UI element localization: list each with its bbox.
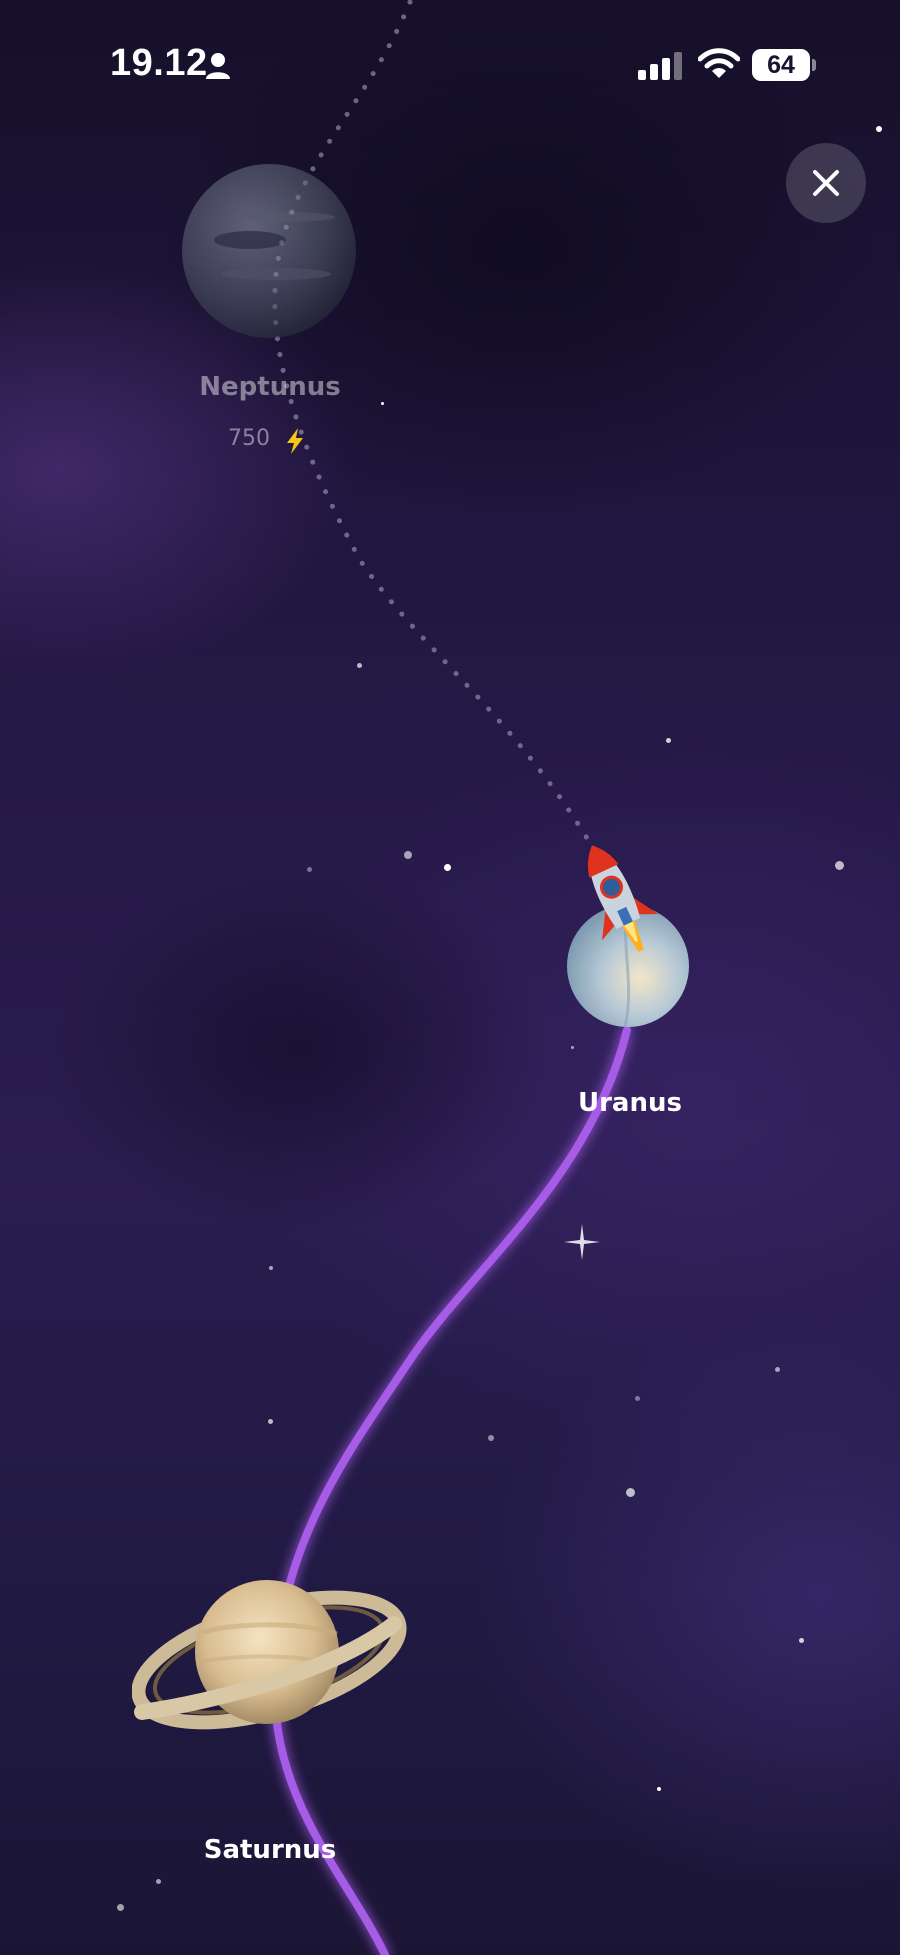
battery-indicator: 64 xyxy=(752,49,810,81)
locked-path xyxy=(272,0,603,863)
planet-cost-neptunus: 750 xyxy=(228,426,270,451)
planet-label-neptunus: Neptunus xyxy=(199,372,341,402)
planet-label-uranus: Uranus xyxy=(578,1088,682,1118)
planet-neptunus[interactable] xyxy=(180,162,358,340)
cellular-signal-icon xyxy=(638,52,682,80)
status-time: 19.12 xyxy=(110,42,208,84)
person-icon xyxy=(206,53,230,79)
wifi-icon xyxy=(698,48,740,78)
battery-cap xyxy=(812,59,816,71)
planet-saturnus[interactable] xyxy=(132,1562,407,1757)
lightning-bolt-icon xyxy=(287,428,303,454)
close-button[interactable] xyxy=(786,143,866,223)
space-map-screen: Neptunus 750 Uranus Saturnus 19.12 64 xyxy=(0,0,900,1955)
planet-label-saturnus: Saturnus xyxy=(203,1835,337,1865)
status-bar: 19.12 64 xyxy=(0,0,900,120)
active-path xyxy=(270,1026,631,1955)
rocket-icon xyxy=(587,845,659,952)
close-icon xyxy=(813,170,839,196)
battery-level: 64 xyxy=(767,51,795,79)
